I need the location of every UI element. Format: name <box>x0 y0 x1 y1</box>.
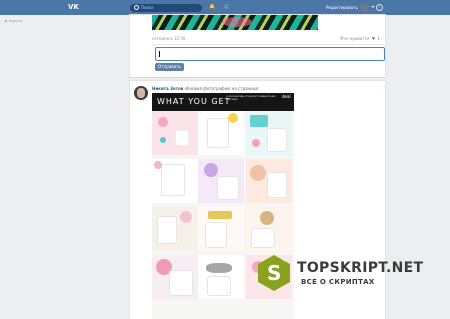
top-bar: VK Поиск 🔔 ♫ Редактировать ? <box>0 0 450 15</box>
comment-input[interactable] <box>155 47 385 61</box>
photo-tile <box>246 159 292 203</box>
watermark-title: TOPSKRIPT.NET <box>297 260 424 276</box>
photo-tile <box>152 255 198 299</box>
post-image-highlight <box>222 17 252 27</box>
search-input[interactable]: Поиск <box>130 4 202 12</box>
photo-tile <box>246 207 292 251</box>
like-button[interactable]: Мне нравится ♥ 1 <box>340 36 380 42</box>
post-header: Никита Зотов обновил фотографию на стран… <box>152 86 259 91</box>
photo-tile <box>198 207 244 251</box>
watermark: S TOPSKRIPT.NET ВСЕ О СКРИПТАХ <box>252 252 450 319</box>
photo-tile <box>152 207 198 251</box>
post-timestamp[interactable]: сегодня в 12:56 <box>152 36 185 42</box>
music-icon[interactable]: ♫ <box>223 4 229 10</box>
photo-tile <box>246 111 292 155</box>
banner-logo: deal <box>282 94 291 99</box>
photo-banner: WHAT YOU GET 20 PROFESSIONAL STYLED PHOT… <box>152 93 294 111</box>
watermark-logo-letter: S <box>267 261 282 285</box>
likes-count: 1 <box>377 36 380 41</box>
banner-subtitle: 20 PROFESSIONAL STYLED PHOTOGRAPHY PLACE… <box>226 96 276 101</box>
photo-tile <box>198 159 244 203</box>
send-button[interactable]: Отправить <box>155 63 184 71</box>
heart-icon: ♥ <box>371 36 376 41</box>
banner-title: WHAT YOU GET <box>157 97 231 106</box>
news-icon <box>5 20 7 22</box>
bell-icon[interactable]: 🔔 <box>209 4 215 10</box>
help-icon[interactable]: ? <box>376 4 383 11</box>
author-name[interactable]: Никита Зотов <box>152 86 183 91</box>
user-name[interactable]: Редактировать <box>326 4 358 11</box>
chevron-down-icon[interactable] <box>371 6 375 8</box>
likes-label: Мне нравится <box>340 36 370 41</box>
search-placeholder: Поиск <box>141 5 154 10</box>
avatar[interactable] <box>360 3 369 12</box>
watermark-logo-icon: S <box>258 255 290 291</box>
search-icon <box>134 5 139 10</box>
divider <box>152 44 383 45</box>
post-action-text: обновил фотографию на странице: <box>184 86 260 91</box>
sidebar-item-news[interactable]: Новости <box>5 19 22 24</box>
text-cursor <box>159 51 160 57</box>
photo-tile <box>152 159 198 203</box>
photo-tile <box>198 111 244 155</box>
post-card: сегодня в 12:56 Мне нравится ♥ 1 Отправи… <box>130 15 385 77</box>
photo-tile <box>198 255 244 299</box>
watermark-subtitle: ВСЕ О СКРИПТАХ <box>301 278 375 286</box>
more-icon[interactable]: ⋯ <box>375 87 379 92</box>
sidebar-item-label: Новости <box>9 19 23 23</box>
post-image[interactable] <box>152 15 318 30</box>
photo-tile <box>152 111 198 155</box>
author-avatar[interactable] <box>134 86 148 100</box>
vk-logo[interactable]: VK <box>68 3 81 12</box>
